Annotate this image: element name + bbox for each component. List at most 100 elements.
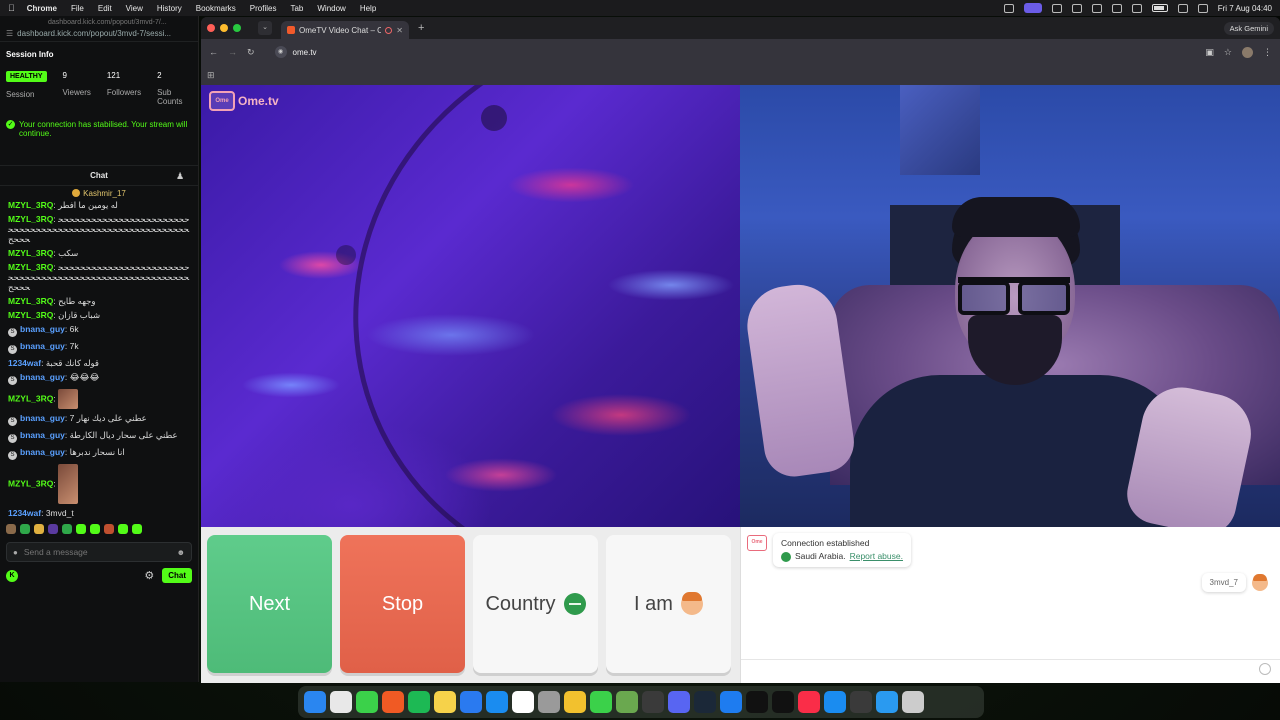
pinned-user[interactable]: Kashmir_17	[0, 186, 198, 200]
tiktok-icon[interactable]	[746, 691, 768, 713]
report-abuse-link[interactable]: Report abuse.	[850, 550, 903, 563]
apps-grid-icon[interactable]: ⊞	[207, 70, 215, 81]
chat-username[interactable]: bnana_guy	[20, 430, 65, 440]
gear-icon[interactable]: ⚙	[144, 569, 154, 582]
appstore-icon[interactable]	[486, 691, 508, 713]
chat-username[interactable]: MZYL_3RQ	[8, 296, 53, 306]
emote-7[interactable]	[90, 524, 100, 534]
discord-icon[interactable]	[668, 691, 690, 713]
chat-username[interactable]: MZYL_3RQ	[8, 310, 53, 320]
menu-bookmarks[interactable]: Bookmarks	[196, 4, 236, 13]
steam-icon[interactable]	[694, 691, 716, 713]
chat-username[interactable]: bnana_guy	[20, 372, 65, 382]
extension-icon[interactable]	[1003, 3, 1014, 13]
zoom-window-icon[interactable]	[233, 24, 241, 32]
chat-username[interactable]: 1234waf	[8, 508, 41, 518]
chat-username[interactable]: bnana_guy	[20, 324, 65, 334]
close-tab-icon[interactable]: ✕	[396, 26, 403, 35]
tab-search-icon[interactable]: ⌄	[258, 21, 272, 35]
menu-help[interactable]: Help	[360, 4, 376, 13]
music-menubar-icon[interactable]	[1071, 3, 1082, 13]
chrome-icon[interactable]	[564, 691, 586, 713]
chat-username[interactable]: MZYL_3RQ	[8, 200, 53, 210]
accessibility-icon[interactable]	[1091, 3, 1102, 13]
stop-button[interactable]: Stop	[340, 535, 465, 673]
capcut-icon[interactable]	[772, 691, 794, 713]
menu-history[interactable]: History	[157, 4, 182, 13]
close-window-icon[interactable]	[207, 24, 215, 32]
chat-username[interactable]: MZYL_3RQ	[8, 214, 53, 224]
finder-icon[interactable]	[304, 691, 326, 713]
siri-icon[interactable]	[1197, 3, 1208, 13]
emoji-icon[interactable]	[1259, 663, 1271, 675]
minecraft-icon[interactable]	[616, 691, 638, 713]
chat-users-icon[interactable]: ♟	[176, 171, 186, 181]
emote-9[interactable]	[118, 524, 128, 534]
user-switch-icon[interactable]	[1131, 3, 1142, 13]
profile-avatar[interactable]	[1242, 46, 1253, 58]
menu-edit[interactable]: Edit	[98, 4, 112, 13]
kick-logo-icon[interactable]: K	[6, 569, 18, 582]
next-button[interactable]: Next	[207, 535, 332, 673]
davinci-icon[interactable]	[850, 691, 872, 713]
control-center-icon[interactable]	[1177, 3, 1188, 13]
chat-username[interactable]: MZYL_3RQ	[8, 478, 53, 488]
compass-icon[interactable]	[876, 691, 898, 713]
menu-dots-icon[interactable]: ⋮	[1263, 47, 1272, 58]
apple-icon[interactable]: 	[8, 3, 15, 13]
chat-username[interactable]: bnana_guy	[20, 447, 65, 457]
tab-ometv[interactable]: OmeTV Video Chat – Ome... ✕	[281, 21, 409, 39]
forward-icon[interactable]: →	[228, 47, 237, 57]
freeform-icon[interactable]	[460, 691, 482, 713]
launchpad-icon[interactable]	[330, 691, 352, 713]
menubar-clock[interactable]: Fri 7 Aug 04:40	[1218, 4, 1272, 13]
battery-icon[interactable]	[1151, 4, 1168, 12]
menu-window[interactable]: Window	[317, 4, 345, 13]
notion-menubar-icon[interactable]	[1051, 3, 1062, 13]
cast-icon[interactable]: ▣	[1205, 47, 1214, 58]
emote-1[interactable]	[6, 524, 16, 534]
chat-username[interactable]: MZYL_3RQ	[8, 262, 53, 272]
notes-icon[interactable]	[434, 691, 456, 713]
emote-4[interactable]	[48, 524, 58, 534]
minimize-window-icon[interactable]	[220, 24, 228, 32]
settings-icon[interactable]	[538, 691, 560, 713]
back-icon[interactable]: ←	[209, 47, 218, 57]
brave-icon[interactable]	[382, 691, 404, 713]
trash-icon[interactable]	[902, 691, 924, 713]
menu-app-name[interactable]: Chrome	[27, 4, 57, 13]
emote-2[interactable]	[20, 524, 30, 534]
emote-8[interactable]	[104, 524, 114, 534]
chat-username[interactable]: 1234waf	[8, 358, 41, 368]
site-info-icon[interactable]: ◉	[274, 46, 287, 58]
notion-icon[interactable]	[512, 691, 534, 713]
screen-recording-icon[interactable]	[1023, 3, 1042, 13]
obs-icon[interactable]	[642, 691, 664, 713]
gender-button[interactable]: I am	[606, 535, 731, 673]
new-tab-icon[interactable]: +	[418, 22, 424, 34]
chat-username[interactable]: bnana_guy	[20, 341, 65, 351]
xcode-icon[interactable]	[720, 691, 742, 713]
menu-view[interactable]: View	[126, 4, 143, 13]
kick-url-bar[interactable]: dashboard.kick.com/popout/3mvd-7/... ☰ d…	[0, 16, 198, 42]
country-button[interactable]: Country	[473, 535, 598, 673]
facetime-icon[interactable]	[590, 691, 612, 713]
chat-username[interactable]: MZYL_3RQ	[8, 393, 53, 403]
address-bar[interactable]: ◉ ome.tv	[271, 43, 1171, 61]
emote-6[interactable]	[76, 524, 86, 534]
safari-icon[interactable]	[824, 691, 846, 713]
chat-username[interactable]: bnana_guy	[20, 413, 65, 423]
spotify-icon[interactable]	[408, 691, 430, 713]
messages-icon[interactable]	[356, 691, 378, 713]
menu-profiles[interactable]: Profiles	[250, 4, 277, 13]
chat-username[interactable]: MZYL_3RQ	[8, 248, 53, 258]
smiley-icon[interactable]: ☻	[177, 548, 185, 557]
wifi-icon[interactable]	[1111, 3, 1122, 13]
text-chat-input[interactable]	[749, 663, 1249, 675]
bookmark-star-icon[interactable]: ☆	[1224, 47, 1232, 58]
emote-10[interactable]	[132, 524, 142, 534]
menu-file[interactable]: File	[71, 4, 84, 13]
reload-icon[interactable]: ↻	[247, 47, 255, 58]
site-settings-icon[interactable]: ☰	[6, 29, 13, 38]
menu-tab[interactable]: Tab	[290, 4, 303, 13]
